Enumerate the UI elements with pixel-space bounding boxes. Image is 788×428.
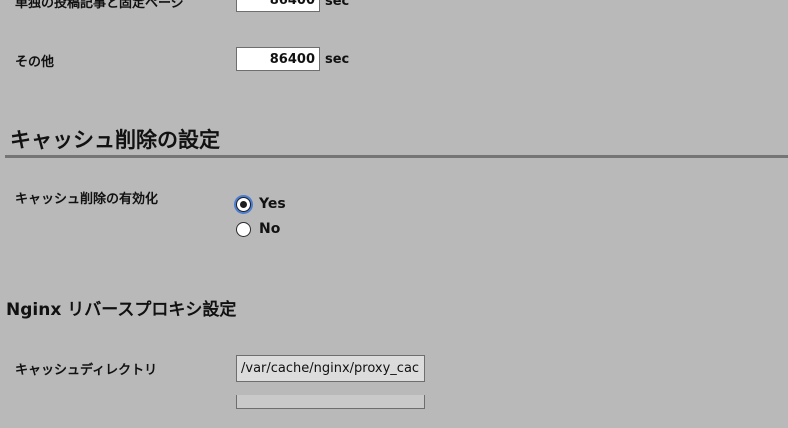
radio-checked-icon[interactable]: [236, 196, 251, 212]
other-label: その他: [15, 55, 55, 70]
yes-label: Yes: [259, 196, 286, 212]
nginx-proxy-section-title: Nginx リバースプロキシ設定: [6, 300, 237, 320]
other-unit: sec: [325, 52, 350, 67]
cache-directory-label: キャッシュディレクトリ: [15, 363, 158, 378]
single-posts-label: 単独の投稿記事と固定ページ: [15, 0, 184, 11]
cache-delete-no-option[interactable]: No: [236, 221, 280, 237]
cache-delete-section-title: キャッシュ削除の設定: [10, 128, 220, 152]
other-expiry-input[interactable]: [236, 47, 320, 71]
no-label: No: [259, 221, 281, 237]
cache-delete-yes-option[interactable]: Yes: [236, 196, 286, 212]
radio-unchecked-icon[interactable]: [236, 221, 251, 237]
single-posts-expiry-input[interactable]: [236, 0, 320, 12]
section-divider: [5, 155, 788, 158]
cache-delete-enable-label: キャッシュ削除の有効化: [15, 192, 159, 207]
cache-directory-input[interactable]: [236, 355, 425, 382]
cache-directory-secondary-input[interactable]: [236, 395, 425, 409]
single-posts-unit: sec: [325, 0, 350, 9]
